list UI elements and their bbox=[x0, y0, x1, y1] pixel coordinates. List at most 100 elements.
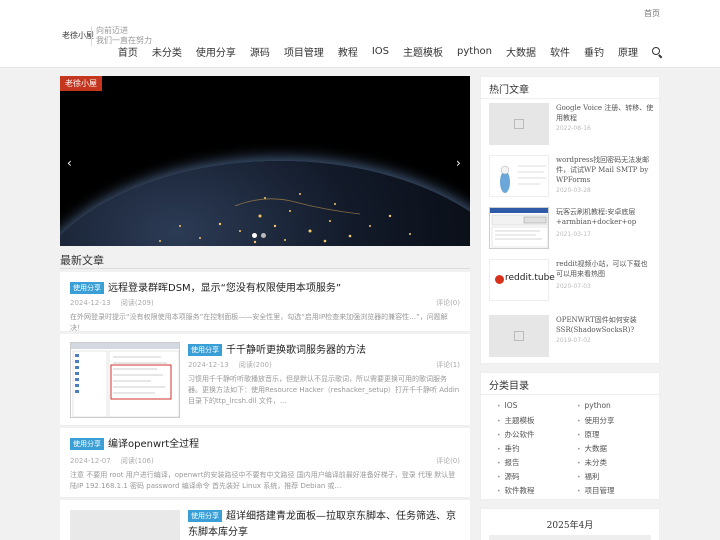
article-excerpt: 在外网登录时提示“没有权限使用本项服务”在控制面板——安全性里，勾选“启用IP检… bbox=[70, 313, 448, 332]
article-excerpt: 注意 不要用 root 用户进行编译，openwrt的安装路径中不要有中文路径 … bbox=[70, 471, 456, 490]
nav-item-themes[interactable]: 主题模板 bbox=[403, 44, 443, 59]
hot-post-title[interactable]: wordpress找回密码无法发邮件，试试WP Mail SMTP by WPF… bbox=[556, 155, 654, 185]
nav-item-source[interactable]: 源码 bbox=[250, 44, 270, 59]
article-date: 2024-12-13 bbox=[188, 361, 229, 369]
article-meta: 2024-12-07 阅读(106) bbox=[70, 456, 162, 466]
category-item[interactable]: 福利 bbox=[577, 471, 600, 482]
site-logo[interactable]: 老徐小屋 bbox=[62, 30, 94, 41]
hot-post-date: 2022-08-16 bbox=[556, 125, 591, 132]
hot-post-thumbnail[interactable] bbox=[489, 315, 549, 357]
nav-item-tutorial[interactable]: 教程 bbox=[338, 44, 358, 59]
article-card: 使用分享 远程登录群晖DSM，显示“您没有权限使用本项服务” 2024-12-13… bbox=[60, 272, 470, 332]
hot-post-item[interactable]: OPENWRT固件如何安装SSR(ShadowSocksR)? 2019-07-… bbox=[489, 315, 651, 359]
carousel-dot[interactable] bbox=[252, 233, 257, 238]
hot-post-item[interactable]: reddit.tube reddit视频小站，可以下载也可以用来看热图 2020… bbox=[489, 259, 651, 303]
nav-item-sharing[interactable]: 使用分享 bbox=[196, 44, 236, 59]
city-lights-image bbox=[159, 193, 411, 244]
category-item[interactable]: 报告 bbox=[497, 457, 520, 468]
hot-post-thumbnail[interactable]: reddit.tube bbox=[489, 259, 555, 301]
search-icon[interactable] bbox=[652, 46, 662, 57]
article-title[interactable]: 千千静听更换歌词服务器的方法 bbox=[226, 345, 366, 356]
nav-item-fishing[interactable]: 垂钓 bbox=[584, 44, 604, 59]
nav-item-principle[interactable]: 原理 bbox=[618, 44, 638, 59]
nav-item-python[interactable]: python bbox=[457, 46, 492, 57]
hot-posts-panel: 热门文章 Google Voice 注册、转移、使用教程 2022-08-16 … bbox=[480, 76, 660, 364]
nav-item-project[interactable]: 项目管理 bbox=[284, 44, 324, 59]
hot-post-item[interactable]: 玩客云刷机教程:安卓底层+armbian+docker+op 2021-03-1… bbox=[489, 207, 651, 251]
article-comments[interactable]: 评论(0) bbox=[436, 456, 460, 466]
category-item[interactable]: 办公软件 bbox=[497, 429, 535, 440]
hot-post-item[interactable]: Google Voice 注册、转移、使用教程 2022-08-16 bbox=[489, 103, 654, 147]
calendar-header-row bbox=[489, 535, 651, 540]
hot-post-date: 2019-07-02 bbox=[556, 337, 591, 344]
image-placeholder-icon bbox=[514, 119, 524, 129]
nav-item-software[interactable]: 软件 bbox=[550, 44, 570, 59]
carousel-next-button[interactable]: › bbox=[456, 156, 461, 170]
hot-post-title[interactable]: reddit视频小站，可以下载也可以用来看热图 bbox=[556, 259, 654, 279]
article-card: 使用分享 超详细搭建青龙面板—拉取京东脚本、任务筛选、京东脚本库分享 bbox=[60, 500, 470, 540]
article-tag[interactable]: 使用分享 bbox=[70, 281, 104, 294]
categories-panel: 分类目录 IOS python 主题模板 使用分享 办公软件 原理 垂钓 大数据… bbox=[480, 372, 660, 500]
article-tag[interactable]: 使用分享 bbox=[188, 343, 222, 356]
nav-item-uncategorized[interactable]: 未分类 bbox=[152, 44, 182, 59]
category-item[interactable]: IOS bbox=[497, 401, 518, 410]
top-home-link[interactable]: 首页 bbox=[644, 8, 660, 19]
calendar-title: 2025年4月 bbox=[546, 521, 594, 531]
article-meta: 2024-12-13 阅读(200) bbox=[188, 360, 280, 370]
hot-post-title[interactable]: OPENWRT固件如何安装SSR(ShadowSocksR)? bbox=[556, 315, 654, 335]
article-card: 使用分享 千千静听更换歌词服务器的方法 2024-12-13 阅读(200) 评论… bbox=[60, 334, 470, 426]
categories-title: 分类目录 bbox=[481, 373, 659, 395]
category-item[interactable]: 项目管理 bbox=[577, 485, 615, 496]
calendar-panel: 2025年4月 bbox=[480, 508, 660, 540]
category-item[interactable]: 源码 bbox=[497, 471, 520, 482]
article-views: 阅读(106) bbox=[120, 457, 154, 465]
site-header: 首页 老徐小屋 向前迈进 我们一直在努力 首页 未分类 使用分享 源码 项目管理… bbox=[0, 0, 720, 68]
article-meta: 2024-12-13 阅读(209) bbox=[70, 298, 162, 308]
article-views: 阅读(200) bbox=[238, 361, 272, 369]
category-item[interactable]: 未分类 bbox=[577, 457, 608, 468]
article-tag[interactable]: 使用分享 bbox=[70, 437, 104, 450]
category-item[interactable]: 原理 bbox=[577, 429, 600, 440]
category-item[interactable]: 大数据 bbox=[577, 443, 608, 454]
nav-item-home[interactable]: 首页 bbox=[118, 44, 138, 59]
category-item[interactable]: 软件教程 bbox=[497, 485, 535, 496]
carousel-dots bbox=[250, 233, 268, 238]
category-item[interactable]: python bbox=[577, 401, 611, 410]
category-item[interactable]: 垂钓 bbox=[497, 443, 520, 454]
article-comments[interactable]: 评论(1) bbox=[436, 360, 460, 370]
hot-posts-title: 热门文章 bbox=[481, 77, 659, 99]
carousel-badge: 老徐小屋 bbox=[60, 76, 102, 91]
nav-item-bigdata[interactable]: 大数据 bbox=[506, 44, 536, 59]
section-divider bbox=[60, 268, 470, 269]
hot-post-title[interactable]: Google Voice 注册、转移、使用教程 bbox=[556, 103, 654, 123]
article-thumbnail[interactable] bbox=[70, 510, 180, 540]
carousel-prev-button[interactable]: ‹ bbox=[67, 156, 72, 170]
nav-item-ios[interactable]: IOS bbox=[372, 46, 389, 57]
image-placeholder-icon bbox=[514, 331, 524, 341]
article-views: 阅读(209) bbox=[120, 299, 154, 307]
hot-post-thumbnail[interactable] bbox=[489, 207, 549, 249]
article-heading: 使用分享 超详细搭建青龙面板—拉取京东脚本、任务筛选、京东脚本库分享 bbox=[188, 508, 460, 540]
hot-post-thumbnail[interactable] bbox=[489, 103, 549, 145]
article-comments[interactable]: 评论(0) bbox=[436, 298, 460, 308]
article-heading: 使用分享 编译openwrt全过程 bbox=[70, 436, 450, 452]
category-item[interactable]: 主题模板 bbox=[497, 415, 535, 426]
article-title[interactable]: 远程登录群晖DSM，显示“您没有权限使用本项服务” bbox=[108, 283, 341, 294]
article-title[interactable]: 编译openwrt全过程 bbox=[108, 439, 199, 450]
hot-post-date: 2021-03-17 bbox=[556, 231, 591, 238]
slogan-line-1: 向前迈进 bbox=[96, 26, 128, 35]
hot-post-title[interactable]: 玩客云刷机教程:安卓底层+armbian+docker+op bbox=[556, 207, 654, 227]
article-thumbnail[interactable] bbox=[70, 342, 180, 418]
article-title[interactable]: 超详细搭建青龙面板—拉取京东脚本、任务筛选、京东脚本库分享 bbox=[188, 511, 456, 538]
hot-post-item[interactable]: wordpress找回密码无法发邮件，试试WP Mail SMTP by WPF… bbox=[489, 155, 651, 199]
carousel-dot[interactable] bbox=[261, 233, 266, 238]
article-tag[interactable]: 使用分享 bbox=[188, 509, 222, 522]
hot-post-thumbnail[interactable] bbox=[489, 155, 549, 197]
article-excerpt: 习惯用千千静听听歌播放音乐，但是默认不显示歌词，所以需要更换可用的歌词服务器。更… bbox=[188, 375, 460, 405]
site-slogan: 向前迈进 我们一直在努力 bbox=[91, 26, 152, 46]
article-date: 2024-12-13 bbox=[70, 299, 111, 307]
featured-carousel[interactable]: 老徐小屋 ‹ › bbox=[60, 76, 470, 246]
category-item[interactable]: 使用分享 bbox=[577, 415, 615, 426]
main-nav: 首页 未分类 使用分享 源码 项目管理 教程 IOS 主题模板 python 大… bbox=[104, 44, 662, 59]
article-heading: 使用分享 千千静听更换歌词服务器的方法 bbox=[188, 342, 458, 358]
